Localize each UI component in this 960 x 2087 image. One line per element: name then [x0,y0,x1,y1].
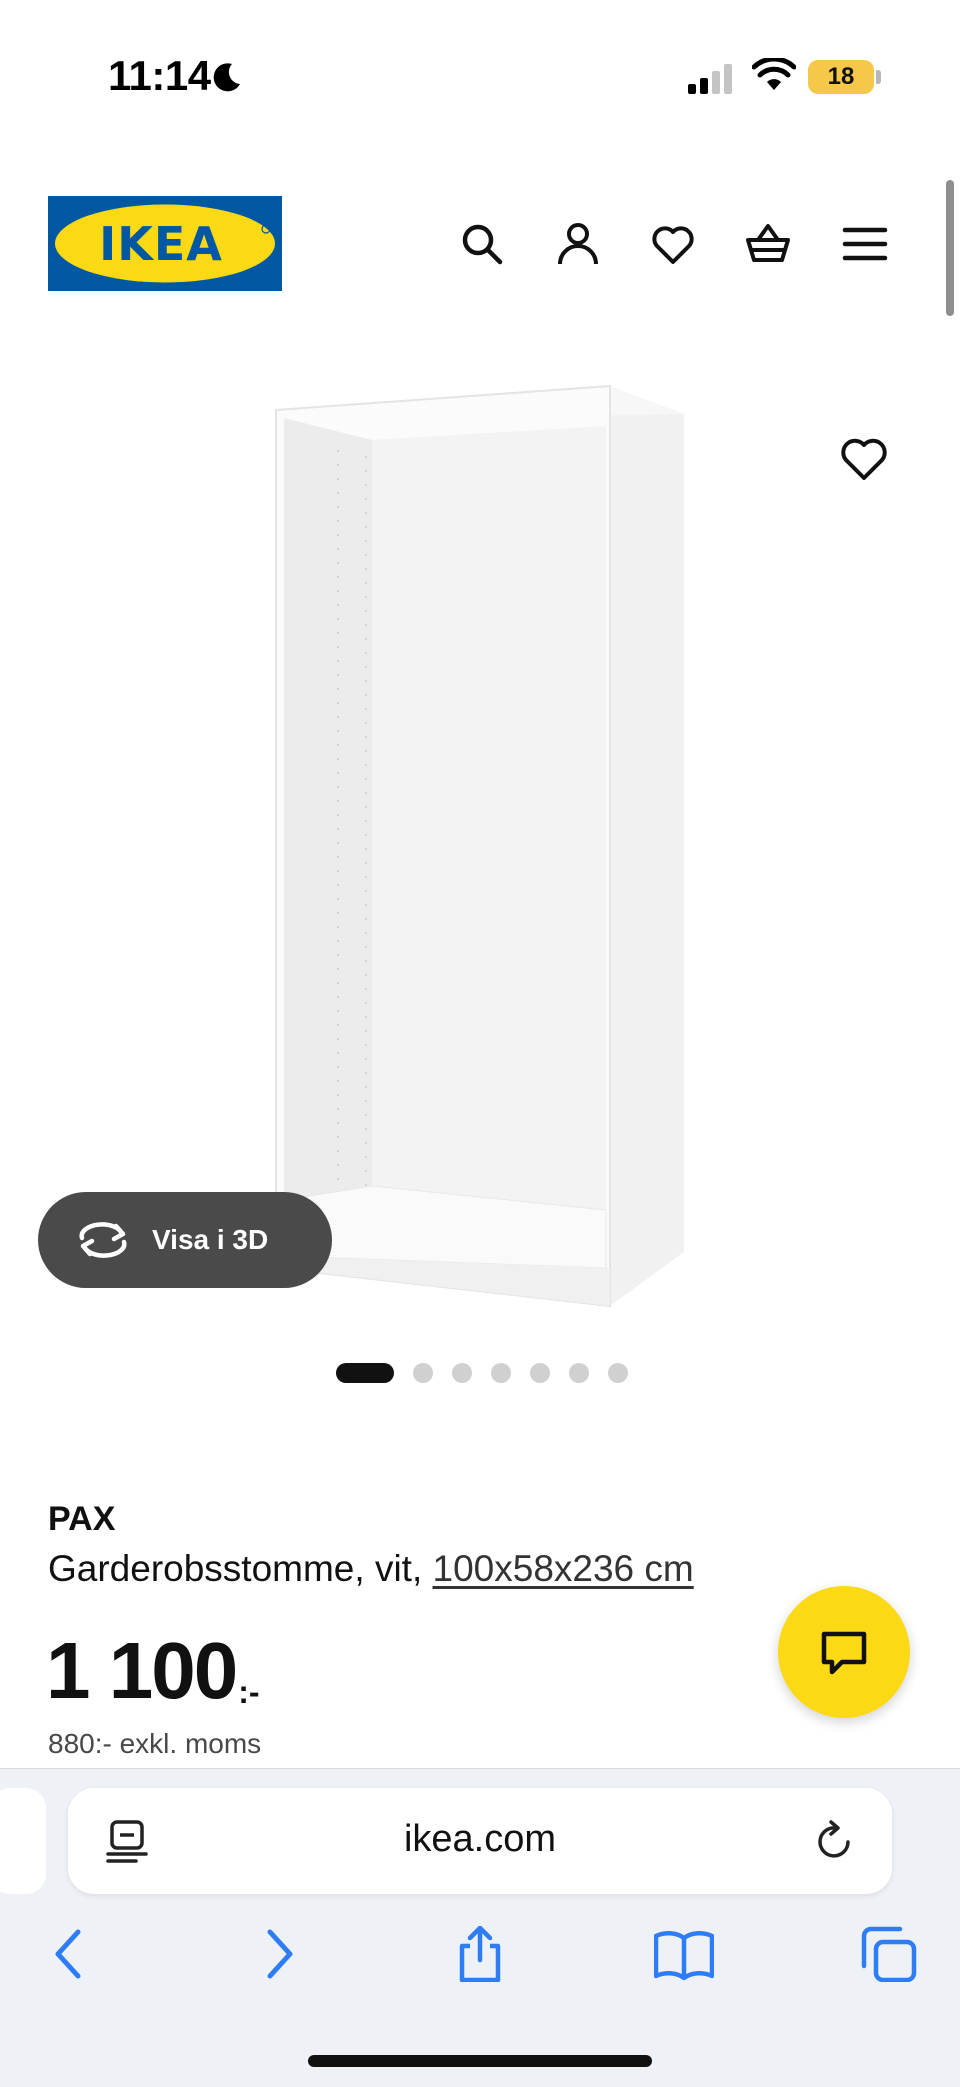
tabs-icon[interactable] [858,1926,918,1982]
forward-icon[interactable] [248,1926,308,1982]
product-name: PAX [48,1500,116,1538]
moon-icon [213,63,240,92]
product-description: Garderobsstomme, vit, 100x58x236 cm [48,1548,694,1590]
view-in-3d-button[interactable]: Visa i 3D [38,1192,332,1288]
pagination-dot[interactable] [413,1363,433,1383]
cellular-signal-icon [688,64,732,94]
account-icon[interactable] [554,220,602,268]
address-bar[interactable]: ikea.com [68,1788,892,1894]
menu-icon[interactable] [841,220,889,268]
product-type: Garderobsstomme, vit, [48,1548,433,1589]
bookmarks-icon[interactable] [654,1926,714,1982]
pagination-dot[interactable] [569,1363,589,1383]
price-suffix: :- [238,1674,260,1710]
price-excl-vat: 880:- exkl. moms [48,1728,262,1759]
search-icon[interactable] [458,220,506,268]
chat-icon [821,1631,867,1675]
basket-icon[interactable] [744,220,792,268]
product-image[interactable] [0,360,960,1330]
rotate-3d-icon [79,1222,127,1258]
price-amount: 1 100 [46,1626,238,1715]
pagination-dot-active[interactable] [336,1363,394,1383]
pagination-dot[interactable] [608,1363,628,1383]
previous-tab-preview[interactable] [0,1788,46,1894]
add-to-favourites-icon[interactable] [838,432,890,484]
address-text: ikea.com [403,1818,557,1860]
product-page: 11:14 18 IKEA Visa i 3D PAX Garderobssto… [0,0,960,2087]
product-measurement-link[interactable]: 100x58x236 cm [433,1548,694,1589]
view-in-3d-label: Visa i 3D [152,1224,269,1255]
battery-cap [876,70,881,84]
image-pagination [336,1362,628,1384]
home-indicator[interactable] [308,2055,652,2067]
back-icon[interactable] [40,1926,100,1982]
reload-icon[interactable] [814,1820,856,1862]
ikea-logo[interactable]: IKEA [48,196,282,291]
chat-button[interactable] [778,1586,910,1718]
share-icon[interactable] [450,1926,510,1982]
logo-text: IKEA [99,217,223,271]
page-scrollbar[interactable] [946,180,954,316]
heart-icon[interactable] [649,220,697,268]
pagination-dot[interactable] [452,1363,472,1383]
product-price: 1 100 :- [46,1626,260,1716]
pagination-dot[interactable] [491,1363,511,1383]
battery-indicator: 18 [808,60,874,94]
pagination-dot[interactable] [530,1363,550,1383]
wifi-icon [752,58,796,90]
status-time: 11:14 [108,52,211,99]
battery-level: 18 [827,63,855,90]
